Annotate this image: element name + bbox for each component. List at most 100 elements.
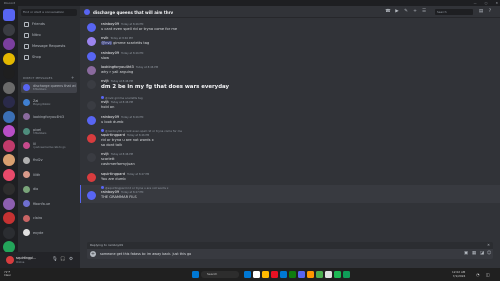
pin-icon[interactable]: ✎ [403,9,409,15]
server-icon[interactable] [3,110,15,123]
taskbar-app-icon[interactable] [262,271,269,278]
taskbar-app-icon[interactable] [334,271,341,278]
nav-friends[interactable]: Friends [21,20,77,29]
avatar[interactable] [87,23,96,32]
video-icon[interactable]: ▶ [394,9,400,15]
dm-item[interactable]: lilith [21,169,77,180]
message[interactable]: nvlk Today at 8:46 PM @nvlj gimme scarlett… [80,36,492,49]
username[interactable]: rainboy09 [101,51,119,55]
dm-item[interactable]: fhd2v [21,155,77,166]
dm-item[interactable]: Zai Playing Roblox [21,97,77,108]
dm-item[interactable]: lil i just need some cats to go [21,140,77,151]
gift-icon[interactable]: ▣ [463,251,469,257]
server-icon[interactable] [3,38,15,50]
username[interactable]: rainboy09 [101,190,119,194]
server-icon[interactable] [3,212,15,224]
sticker-icon[interactable]: ◪ [479,251,485,257]
weather-widget[interactable]: 71°F Clear [4,271,11,278]
server-icon[interactable] [3,96,15,108]
dm-item[interactable]: lookingforyou4ht3 [21,111,77,122]
server-icon[interactable] [3,52,15,65]
avatar[interactable] [87,80,96,90]
notification-icon[interactable]: ◫ [486,272,490,277]
reply-preview[interactable]: @squirtingpard rid or tryna u are not wo… [101,186,168,190]
server-icon[interactable] [3,226,15,239]
gif-icon[interactable]: ▦ [471,251,477,257]
dm-item[interactable]: dio [21,184,77,195]
message[interactable]: rainboy09 Today at 8:46 PM u look dumb [80,115,492,128]
call-icon[interactable]: ☎ [385,9,391,15]
server-icon[interactable] [3,197,15,210]
nav-message-requests[interactable]: Message Requests [21,42,77,51]
headset-icon[interactable]: 🎧 [60,257,66,263]
server-icon[interactable] [3,183,15,195]
attach-button[interactable]: + [90,251,96,257]
message[interactable]: @nvlk gimme scarletts tag nvljt Today at 8… [80,96,492,113]
avatar[interactable] [87,153,96,163]
user-mention[interactable]: @nvlj [101,41,112,46]
members-icon[interactable]: ☰ [421,9,427,15]
taskbar-app-icon[interactable] [343,271,350,278]
nav-shop[interactable]: Shop [21,53,77,62]
reply-preview[interactable]: @nvlk gimme scarletts tag [101,96,143,100]
taskbar-app-icon[interactable] [298,271,305,278]
message[interactable]: nvljt Today at 8:46 PM dm 2 be in my fg th… [80,79,492,94]
start-icon[interactable] [192,271,199,278]
message[interactable]: rainboy09 Today at 8:46 PM u cant even spe… [80,22,492,35]
avatar[interactable] [87,51,96,61]
server-icon[interactable] [3,23,15,36]
taskbar-app-icon[interactable] [280,271,287,278]
message[interactable]: lookingforyou4ht3 Today at 8:46 PM why r y… [80,65,492,78]
taskbar-app-icon[interactable] [307,271,314,278]
add-member-icon[interactable]: + [412,9,418,15]
avatar[interactable] [6,256,14,264]
settings-icon[interactable]: ⚙ [68,257,74,263]
dm-item[interactable]: clairo [21,213,77,224]
dm-search-input[interactable]: Find or start a conversation [21,9,77,16]
nav-nitro[interactable]: Nitro [21,31,77,40]
help-icon[interactable]: ? [487,9,493,15]
dm-item[interactable]: exyde [21,227,77,238]
avatar[interactable] [87,115,96,125]
username[interactable]: nvljt [101,100,109,104]
clock[interactable]: 12:02 AM 7/1/2024 [452,270,465,278]
avatar[interactable] [87,191,96,201]
username[interactable]: rainboy09 [101,22,119,26]
username[interactable]: nvlk [101,36,108,40]
chat-search-input[interactable]: Search [435,9,473,15]
avatar[interactable] [87,101,96,111]
inbox-icon[interactable]: ▤ [478,9,484,15]
mic-icon[interactable]: 🎙 [52,257,58,263]
dm-item[interactable]: discharge queens that wil... 8 Members [21,82,77,93]
taskbar-app-icon[interactable] [325,271,332,278]
message-composer[interactable]: + someone get this fatass bc im away bac… [87,249,493,259]
discord-home-icon[interactable] [3,9,15,21]
dm-item[interactable]: fibonfa.ue [21,198,77,209]
server-icon[interactable] [3,168,15,181]
message[interactable]: @rainboy09 u cant even spell rid or tryn… [80,129,492,151]
server-icon[interactable] [3,154,15,166]
username[interactable]: nvljt [101,79,109,83]
avatar[interactable] [87,134,96,144]
taskbar-app-icon[interactable] [289,271,296,278]
taskbar-app-icon[interactable] [253,271,260,278]
wifi-icon[interactable]: ◔ [476,272,480,277]
message-input[interactable]: someone get this fatass bc im away back.… [100,252,191,256]
taskbar-search-input[interactable]: Search [201,271,239,278]
server-icon[interactable] [3,81,15,94]
taskbar-app-icon[interactable] [271,271,278,278]
server-icon[interactable] [3,67,15,79]
avatar[interactable] [87,37,96,47]
emoji-icon[interactable]: ☺ [486,251,492,257]
dm-item[interactable]: pixel 3 Members [21,126,77,137]
message[interactable]: @squirtingpard rid or tryna u are not wo… [80,186,492,203]
taskbar-app-icon[interactable] [244,271,251,278]
username[interactable]: lookingforyou4ht3 [101,65,134,69]
taskbar-app-icon[interactable] [316,271,323,278]
message[interactable]: nvljt Today at 8:46 PM scarlett cashmerfarm… [80,152,492,170]
server-icon[interactable] [3,139,15,152]
server-icon[interactable] [3,125,15,137]
username[interactable]: rainboy09 [101,115,119,119]
username[interactable]: nvljt [101,152,109,156]
message[interactable]: squirtingpard Today at 8:47 PM You are dum… [80,172,492,185]
